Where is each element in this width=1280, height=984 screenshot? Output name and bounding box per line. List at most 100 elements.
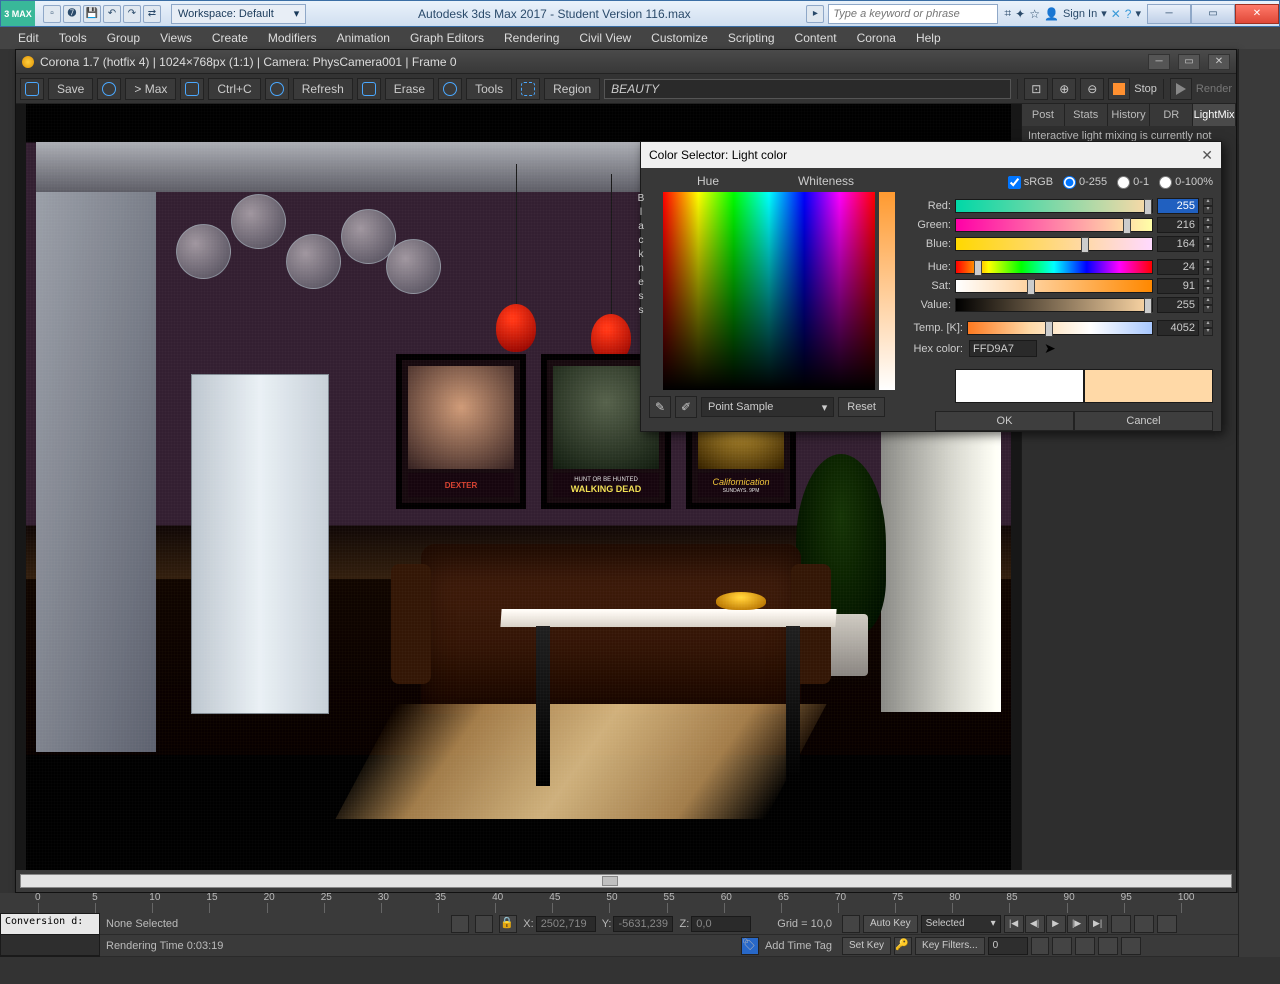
cancel-button[interactable]: Cancel <box>1074 411 1213 431</box>
timetag-icon[interactable]: 🏷 <box>741 937 759 955</box>
menu-help[interactable]: Help <box>906 28 951 48</box>
menu-tools[interactable]: Tools <box>49 28 97 48</box>
swatch-new[interactable] <box>1084 369 1213 403</box>
link-icon[interactable]: ⇄ <box>143 5 161 23</box>
new-icon[interactable]: ▫ <box>43 5 61 23</box>
menu-modifiers[interactable]: Modifiers <box>258 28 327 48</box>
menu-create[interactable]: Create <box>202 28 258 48</box>
y-coord[interactable]: -5631,239 <box>613 916 673 932</box>
minimize-button[interactable]: ─ <box>1147 4 1191 24</box>
green-value[interactable]: 216 <box>1157 217 1199 233</box>
key-icon[interactable] <box>842 915 860 933</box>
goto-start-icon[interactable]: |◀ <box>1004 915 1024 933</box>
reset-button[interactable]: Reset <box>838 397 885 417</box>
save-button[interactable]: Save <box>48 78 93 100</box>
h-scrollbar[interactable] <box>20 874 1232 888</box>
lock-icon[interactable]: 🔒 <box>499 915 517 933</box>
z-coord[interactable]: 0,0 <box>691 916 751 932</box>
timeconfig-icon[interactable] <box>1031 937 1049 955</box>
hue-slider[interactable] <box>955 260 1153 274</box>
hue-picker[interactable] <box>663 192 875 390</box>
srgb-checkbox[interactable]: sRGB <box>1008 176 1053 189</box>
ok-button[interactable]: OK <box>935 411 1074 431</box>
tab-stats[interactable]: Stats <box>1065 104 1108 126</box>
corona-titlebar[interactable]: Corona 1.7 (hotfix 4) | 1024×768px (1:1)… <box>16 50 1236 74</box>
tab-lightmix[interactable]: LightMix <box>1193 104 1236 126</box>
stop-render-button[interactable] <box>1108 78 1130 100</box>
autokey-button[interactable]: Auto Key <box>863 915 918 933</box>
star2-icon[interactable]: ☆ <box>1029 7 1040 21</box>
red-value[interactable]: 255 <box>1157 198 1199 214</box>
signin-link[interactable]: Sign In <box>1063 8 1097 20</box>
copy-icon-button[interactable] <box>180 78 204 100</box>
tools-button[interactable]: Tools <box>466 78 512 100</box>
menu-views[interactable]: Views <box>150 28 202 48</box>
value-value[interactable]: 255 <box>1157 297 1199 313</box>
menu-content[interactable]: Content <box>785 28 847 48</box>
search-go-icon[interactable]: ▸ <box>806 5 824 23</box>
undo-icon[interactable]: ↶ <box>103 5 121 23</box>
menu-civilview[interactable]: Civil View <box>569 28 641 48</box>
script-listener[interactable]: Conversion d: <box>1 914 99 935</box>
erase-icon-button[interactable] <box>357 78 381 100</box>
menu-rendering[interactable]: Rendering <box>494 28 569 48</box>
swatch-old[interactable] <box>955 369 1084 403</box>
copy-button[interactable]: Ctrl+C <box>208 78 260 100</box>
corona-max-button[interactable]: ▭ <box>1178 54 1200 70</box>
menu-scripting[interactable]: Scripting <box>718 28 785 48</box>
snap2-icon[interactable] <box>475 915 493 933</box>
snap-icon[interactable] <box>451 915 469 933</box>
prev-frame-icon[interactable]: ◀| <box>1025 915 1045 933</box>
zoom-fit-icon[interactable]: ⊡ <box>1024 78 1048 100</box>
hue-value[interactable]: 24 <box>1157 259 1199 275</box>
command-panel-strip[interactable] <box>1238 49 1280 957</box>
nav-icon-7[interactable] <box>1121 937 1141 955</box>
app-logo[interactable]: 3 MAX <box>1 1 35 26</box>
zoom-in-icon[interactable]: ⊕ <box>1052 78 1076 100</box>
region-icon-button[interactable] <box>516 78 540 100</box>
refresh-icon-button[interactable] <box>265 78 289 100</box>
menu-edit[interactable]: Edit <box>8 28 49 48</box>
temp-slider[interactable] <box>967 321 1153 335</box>
tomax-button[interactable]: > Max <box>125 78 176 100</box>
start-render-button[interactable] <box>1170 78 1192 100</box>
region-button[interactable]: Region <box>544 78 600 100</box>
hex-input[interactable] <box>969 340 1037 357</box>
corona-close-button[interactable]: ✕ <box>1208 54 1230 70</box>
help-icon[interactable]: ? <box>1125 7 1132 21</box>
goto-end-icon[interactable]: ▶| <box>1088 915 1108 933</box>
blue-slider[interactable] <box>955 237 1153 251</box>
nav-icon-6[interactable] <box>1098 937 1118 955</box>
user-icon[interactable]: 👤 <box>1044 7 1059 21</box>
maximize-button[interactable]: ▭ <box>1191 4 1235 24</box>
blue-value[interactable]: 164 <box>1157 236 1199 252</box>
timeline[interactable]: 0510152025303540455055606570758085909510… <box>0 893 1238 913</box>
tab-history[interactable]: History <box>1108 104 1151 126</box>
next-frame-icon[interactable]: |▶ <box>1067 915 1087 933</box>
x-coord[interactable]: 2502,719 <box>536 916 596 932</box>
value-slider[interactable] <box>955 298 1153 312</box>
channel-dropdown[interactable]: BEAUTY <box>604 79 1011 99</box>
dialog-close-icon[interactable]: ✕ <box>1201 147 1213 164</box>
redo-icon[interactable]: ↷ <box>123 5 141 23</box>
sample-mode-dropdown[interactable]: Point Sample▾ <box>701 397 834 417</box>
script-output[interactable] <box>1 935 99 956</box>
nav-icon-3[interactable] <box>1157 915 1177 933</box>
range-01-radio[interactable]: 0-1 <box>1117 176 1149 189</box>
tools-icon-button[interactable] <box>438 78 462 100</box>
zoom-out-icon[interactable]: ⊖ <box>1080 78 1104 100</box>
menu-customize[interactable]: Customize <box>641 28 718 48</box>
tab-post[interactable]: Post <box>1022 104 1065 126</box>
exchange-icon[interactable]: ✕ <box>1111 7 1121 21</box>
nav-icon-4[interactable] <box>1052 937 1072 955</box>
apps-icon[interactable]: ⌗ <box>1004 6 1011 21</box>
dialog-titlebar[interactable]: Color Selector: Light color ✕ <box>641 142 1221 168</box>
sat-slider[interactable] <box>955 279 1153 293</box>
add-timetag-button[interactable]: Add Time Tag <box>765 940 832 952</box>
setkey-button[interactable]: Set Key <box>842 937 891 955</box>
range-0255-radio[interactable]: 0-255 <box>1063 176 1107 189</box>
close-button[interactable]: ✕ <box>1235 4 1279 24</box>
whiteness-slider[interactable] <box>879 192 895 390</box>
workspace-dropdown[interactable]: Workspace: Default▾ <box>171 4 306 24</box>
menu-grapheditors[interactable]: Graph Editors <box>400 28 494 48</box>
